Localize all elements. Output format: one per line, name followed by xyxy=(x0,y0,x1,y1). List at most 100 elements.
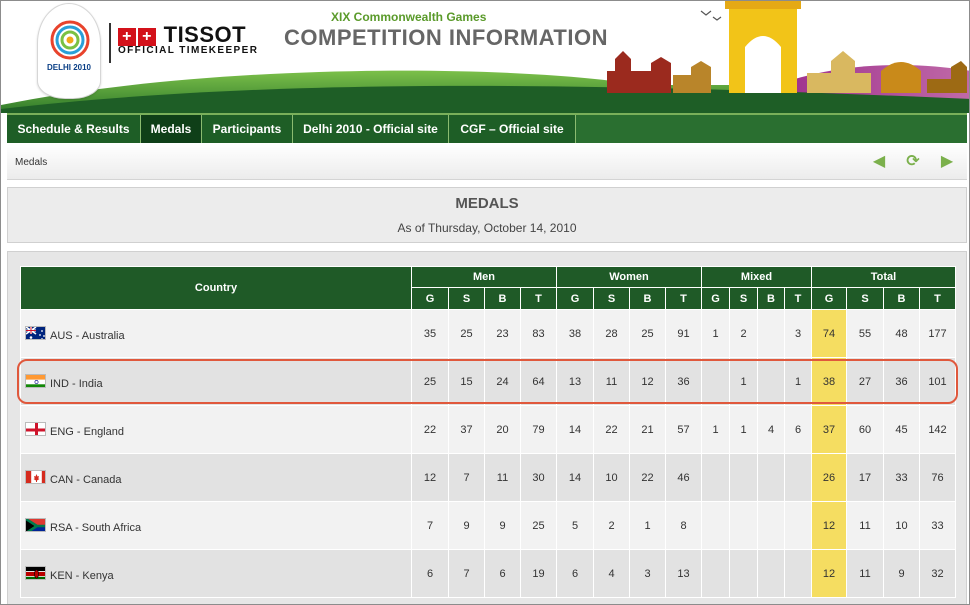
medal-count-cell xyxy=(729,453,758,502)
medal-count-cell: 12 xyxy=(629,357,666,406)
nav-medals[interactable]: Medals xyxy=(141,115,202,143)
medal-count-cell: 35 xyxy=(411,309,449,358)
medal-count-cell: 11 xyxy=(484,453,521,502)
medal-count-cell: 7 xyxy=(411,501,449,550)
country-name: ENG - England xyxy=(50,425,124,438)
medal-count-cell xyxy=(757,453,785,502)
nav-delhi-official-site[interactable]: Delhi 2010 - Official site xyxy=(293,115,449,143)
ind-flag-icon xyxy=(25,373,46,388)
medal-count-cell: 5 xyxy=(556,501,594,550)
medal-count-cell: 7 xyxy=(448,549,485,598)
medal-count-cell: 142 xyxy=(919,405,956,454)
country-column-header[interactable]: Country xyxy=(20,266,412,310)
app-window: DELHI 2010 + + TISSOT OFFICIAL TIMEKEEPER… xyxy=(0,0,970,605)
country-cell[interactable]: RSA - South Africa xyxy=(20,501,412,550)
page-subtitle: As of Thursday, October 14, 2010 xyxy=(397,221,577,235)
medal-count-cell: 23 xyxy=(484,309,521,358)
medal-count-cell: 25 xyxy=(411,357,449,406)
country-name: RSA - South Africa xyxy=(50,521,142,534)
medal-count-cell: 1 xyxy=(629,501,666,550)
medal-count-cell: 6 xyxy=(484,549,521,598)
total-bronze-header[interactable]: B xyxy=(883,287,920,310)
brand-subtitle: OFFICIAL TIMEKEEPER xyxy=(118,45,259,56)
women-gold-header[interactable]: G xyxy=(556,287,594,310)
mixed-bronze-header[interactable]: B xyxy=(757,287,785,310)
medal-count-cell: 11 xyxy=(846,501,884,550)
table-row[interactable]: ENG - England 22 37 20 79 14 22 21 57 1 1 4 6 37 60 45 1… xyxy=(20,405,956,454)
medal-count-cell xyxy=(757,309,785,358)
table-row[interactable]: RSA - South Africa 7 9 9 25 5 2 1 8 12 11 10 33 xyxy=(20,501,956,550)
medal-count-cell: 12 xyxy=(411,453,449,502)
medal-count-cell xyxy=(784,549,812,598)
medal-count-cell xyxy=(701,357,730,406)
total-silver-header[interactable]: S xyxy=(846,287,884,310)
medal-count-cell: 30 xyxy=(520,453,557,502)
men-gold-header[interactable]: G xyxy=(411,287,449,310)
men-bronze-header[interactable]: B xyxy=(484,287,521,310)
country-name: IND - India xyxy=(50,377,103,390)
total-total-header[interactable]: T xyxy=(919,287,956,310)
medal-count-cell: 33 xyxy=(919,501,956,550)
medal-count-cell: 14 xyxy=(556,405,594,454)
logo-rings-icon xyxy=(50,20,90,60)
medal-count-cell: 4 xyxy=(593,549,630,598)
medal-count-cell: 1 xyxy=(729,405,758,454)
country-cell[interactable]: ENG - England xyxy=(20,405,412,454)
nav-cgf-official-site[interactable]: CGF – Official site xyxy=(449,115,576,143)
medal-count-cell: 55 xyxy=(846,309,884,358)
medal-count-cell: 36 xyxy=(883,357,920,406)
back-arrow-icon[interactable]: ◀ xyxy=(870,153,888,171)
medal-count-cell: 79 xyxy=(520,405,557,454)
medal-count-cell: 19 xyxy=(520,549,557,598)
medal-count-cell xyxy=(757,549,785,598)
mixed-total-header[interactable]: T xyxy=(784,287,812,310)
medal-count-cell: 9 xyxy=(883,549,920,598)
table-row[interactable]: KEN - Kenya 6 7 6 19 6 4 3 13 12 11 9 32 xyxy=(20,549,956,598)
refresh-icon[interactable]: ⟳ xyxy=(904,153,922,171)
country-name: KEN - Kenya xyxy=(50,569,114,582)
table-row[interactable]: AUS - Australia 35 25 23 83 38 28 25 91 1 2 3 74 55 48… xyxy=(20,309,956,358)
event-title: COMPETITION INFORMATION xyxy=(284,25,608,50)
medal-count-cell: 14 xyxy=(556,453,594,502)
main-nav: Schedule & Results Medals Participants D… xyxy=(7,113,967,143)
total-gold-header[interactable]: G xyxy=(811,287,847,310)
logo-label: DELHI 2010 xyxy=(46,63,92,72)
table-row[interactable]: IND - India 25 15 24 64 13 11 12 36 1 1 38 27 36 101 xyxy=(20,357,956,406)
medal-count-cell: 60 xyxy=(846,405,884,454)
medal-count-cell: 1 xyxy=(784,357,812,406)
medal-count-cell: 13 xyxy=(556,357,594,406)
medal-count-cell xyxy=(701,549,730,598)
brand-divider xyxy=(109,23,111,63)
country-cell[interactable]: IND - India xyxy=(20,357,412,406)
mixed-silver-header[interactable]: S xyxy=(729,287,758,310)
nav-participants[interactable]: Participants xyxy=(202,115,293,143)
women-silver-header[interactable]: S xyxy=(593,287,630,310)
mixed-gold-header[interactable]: G xyxy=(701,287,730,310)
medal-count-cell: 11 xyxy=(846,549,884,598)
rsa-flag-icon xyxy=(25,517,46,532)
men-silver-header[interactable]: S xyxy=(448,287,485,310)
medal-count-cell: 32 xyxy=(919,549,956,598)
medal-count-cell xyxy=(757,357,785,406)
medal-count-cell: 9 xyxy=(484,501,521,550)
medal-count-cell: 38 xyxy=(556,309,594,358)
breadcrumb-text: Medals xyxy=(15,157,48,168)
nav-schedule-results[interactable]: Schedule & Results xyxy=(7,115,141,143)
women-bronze-header[interactable]: B xyxy=(629,287,666,310)
forward-arrow-icon[interactable]: ▶ xyxy=(938,153,956,171)
table-row[interactable]: CAN - Canada 12 7 11 30 14 10 22 46 26 17 33 76 xyxy=(20,453,956,502)
medal-count-cell: 27 xyxy=(846,357,884,406)
breadcrumb: Medals ◀ ⟳ ▶ xyxy=(7,144,967,180)
medal-count-cell: 17 xyxy=(846,453,884,502)
medal-count-cell: 3 xyxy=(784,309,812,358)
medal-count-cell xyxy=(729,549,758,598)
medal-count-cell: 6 xyxy=(784,405,812,454)
event-subtitle: XIX Commonwealth Games xyxy=(331,10,487,24)
country-cell[interactable]: AUS - Australia xyxy=(20,309,412,358)
country-cell[interactable]: CAN - Canada xyxy=(20,453,412,502)
medal-count-cell: 3 xyxy=(629,549,666,598)
women-total-header[interactable]: T xyxy=(665,287,702,310)
medal-count-cell: 2 xyxy=(593,501,630,550)
men-total-header[interactable]: T xyxy=(520,287,557,310)
country-cell[interactable]: KEN - Kenya xyxy=(20,549,412,598)
